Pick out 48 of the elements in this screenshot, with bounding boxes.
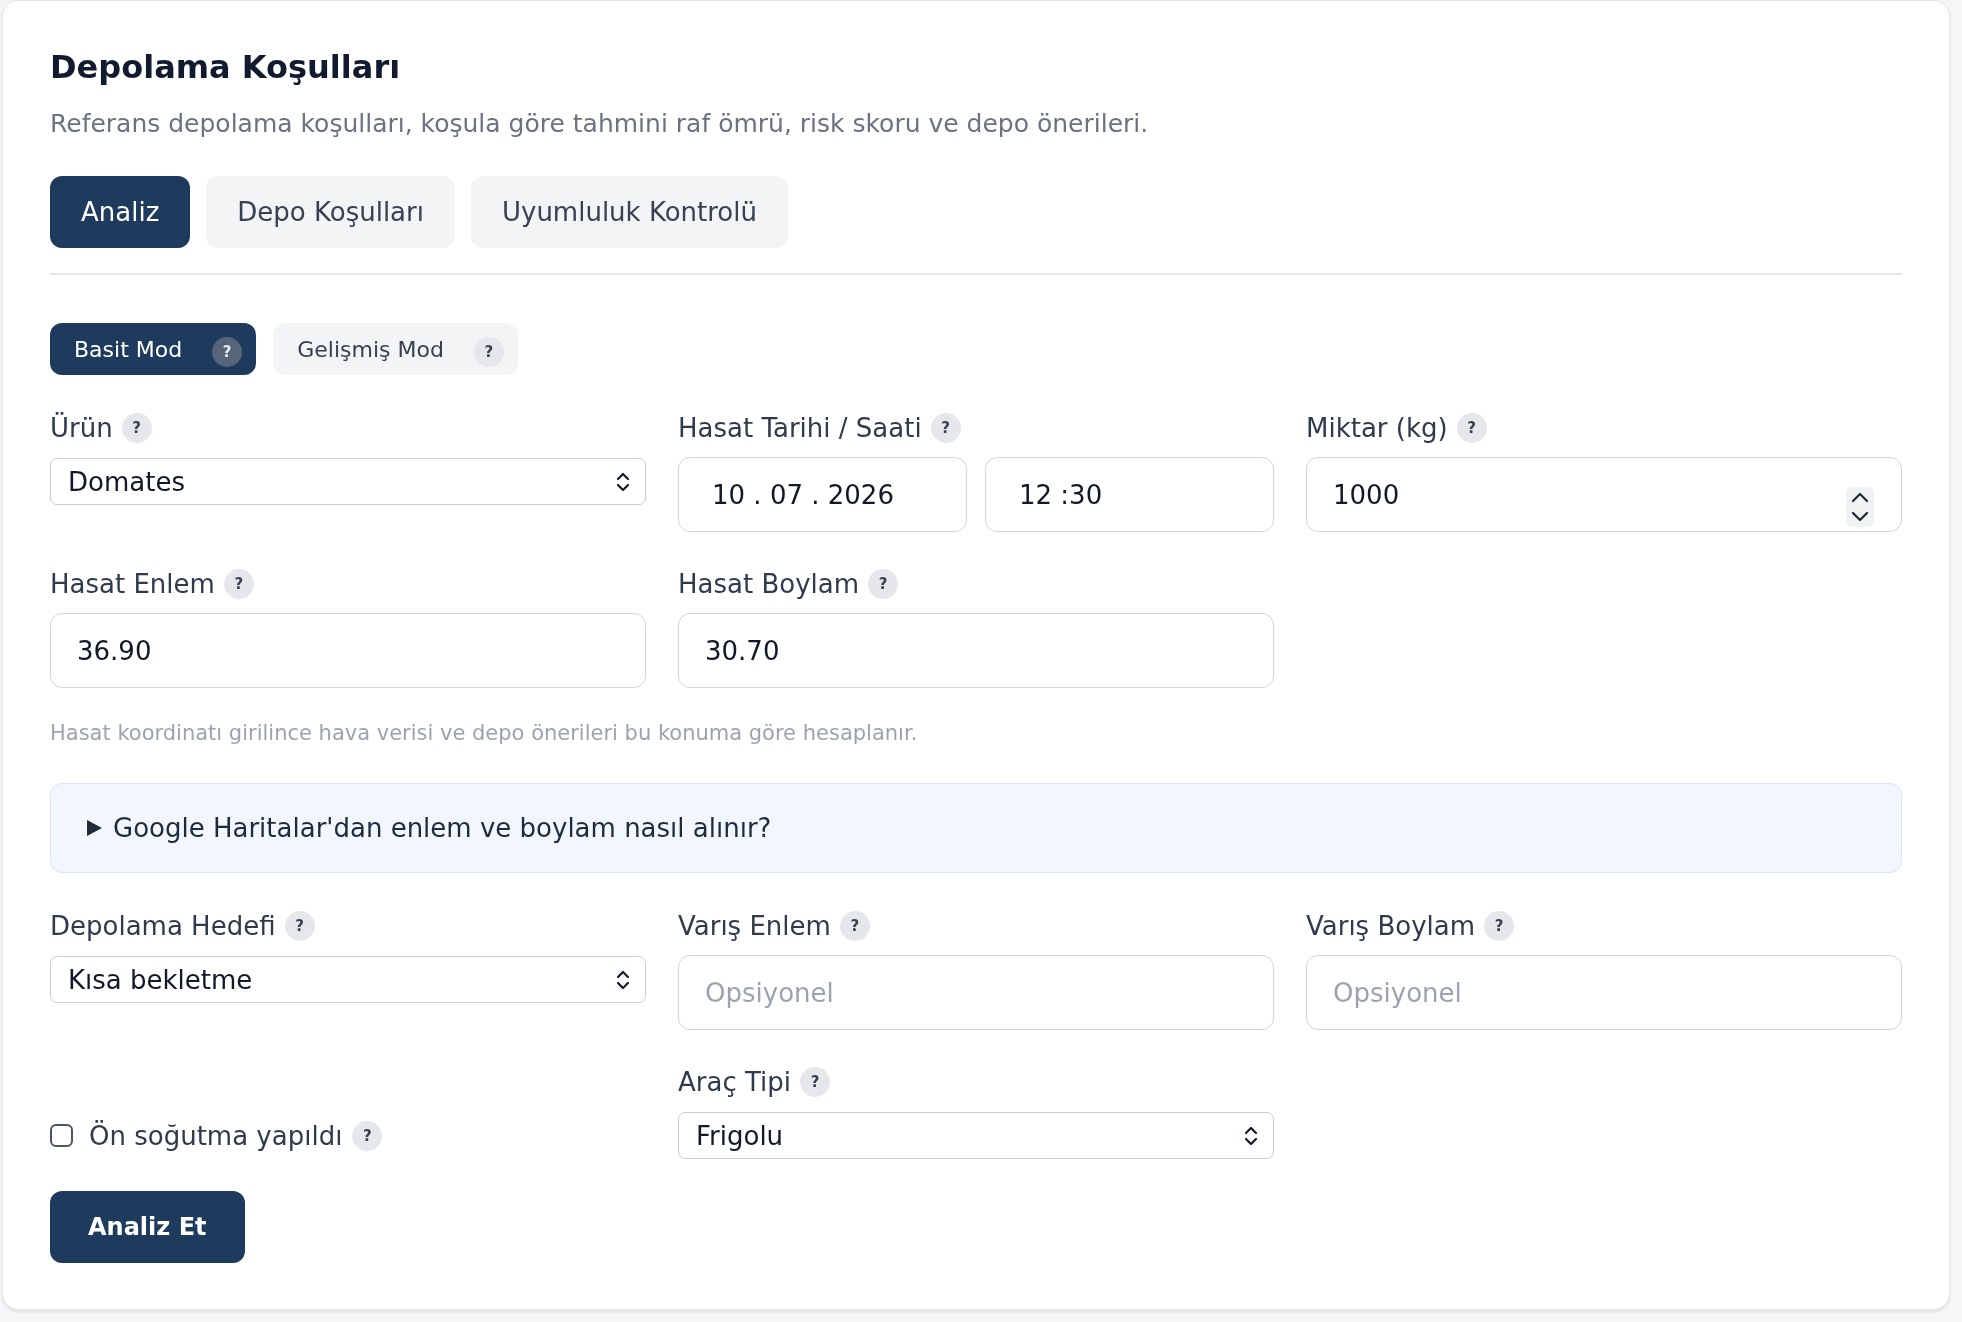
chevron-up-down-icon bbox=[616, 470, 630, 493]
select-dropdown[interactable]: Kısa bekletme bbox=[50, 956, 646, 1003]
help-button[interactable]: ? bbox=[121, 413, 152, 443]
field-label: Varış Enlem bbox=[678, 910, 831, 943]
checkbox[interactable] bbox=[50, 1124, 73, 1147]
triangle-right-icon[interactable] bbox=[85, 819, 103, 837]
select-dropdown[interactable]: Frigolu bbox=[678, 1112, 1274, 1159]
tab[interactable]: Analiz bbox=[50, 176, 191, 248]
help-button[interactable]: ? bbox=[1456, 413, 1487, 443]
time-input[interactable]: 12 :30 bbox=[985, 457, 1274, 532]
number-input[interactable]: 1000 bbox=[1306, 457, 1902, 532]
field-label: Miktar (kg) bbox=[1306, 412, 1448, 445]
help-button[interactable]: ? bbox=[800, 1067, 830, 1097]
help-button[interactable]: ? bbox=[352, 1120, 383, 1151]
text-input[interactable]: 36.90 bbox=[50, 613, 646, 688]
help-button[interactable]: ? bbox=[930, 413, 961, 443]
mode-toggle[interactable]: Gelişmiş Mod ? bbox=[273, 323, 518, 375]
page-subtitle: Referans depolama koşulları, koşula göre tahmini raf ömrü, risk skoru ve depo önerileri. bbox=[50, 108, 1150, 140]
field-label: Hasat Enlem bbox=[50, 568, 215, 601]
text-input[interactable]: Opsiyonel bbox=[1306, 955, 1902, 1030]
chevron-up-down-icon bbox=[616, 968, 630, 991]
chevron-up-down-icon bbox=[1244, 1124, 1258, 1147]
text-input[interactable]: Opsiyonel bbox=[678, 955, 1274, 1030]
tab[interactable]: Depo Koşulları bbox=[206, 176, 455, 248]
submit-button[interactable]: Analiz Et bbox=[50, 1191, 245, 1263]
field-label: Hasat Tarihi / Saati bbox=[678, 412, 922, 445]
help-button[interactable]: ? bbox=[212, 337, 243, 367]
field-label: Hasat Boylam bbox=[678, 568, 860, 601]
checkbox-label: Ön soğutma yapıldı bbox=[89, 1119, 343, 1153]
field-label: Varış Boylam bbox=[1306, 910, 1476, 943]
help-button[interactable]: ? bbox=[284, 911, 315, 941]
help-button[interactable]: ? bbox=[1484, 911, 1515, 941]
hint-text: Hasat koordinatı girilince hava verisi ve depo önerileri bu konuma göre hesaplanır. bbox=[50, 720, 919, 747]
text-input[interactable]: 30.70 bbox=[678, 613, 1274, 688]
help-button[interactable]: ? bbox=[473, 337, 504, 367]
help-button[interactable]: ? bbox=[839, 911, 870, 941]
mode-toggle[interactable]: Basit Mod ? bbox=[50, 323, 257, 375]
help-button[interactable]: ? bbox=[868, 569, 899, 599]
disclosure-link[interactable]: Google Haritalar'dan enlem ve boylam nasıl alınır? bbox=[113, 813, 772, 843]
stepper-arrows-icon[interactable] bbox=[1846, 487, 1874, 527]
help-button[interactable]: ? bbox=[223, 569, 254, 599]
date-input[interactable]: 10 . 07 . 2026 bbox=[678, 457, 967, 532]
tab[interactable]: Uyumluluk Kontrolü bbox=[470, 176, 788, 248]
select-dropdown[interactable]: Domates bbox=[50, 458, 646, 505]
field-label: Ürün bbox=[50, 411, 113, 445]
field-label: Araç Tipi bbox=[678, 1066, 791, 1099]
page-title: Depolama Koşulları bbox=[50, 47, 402, 88]
field-label: Depolama Hedefi bbox=[50, 910, 276, 943]
